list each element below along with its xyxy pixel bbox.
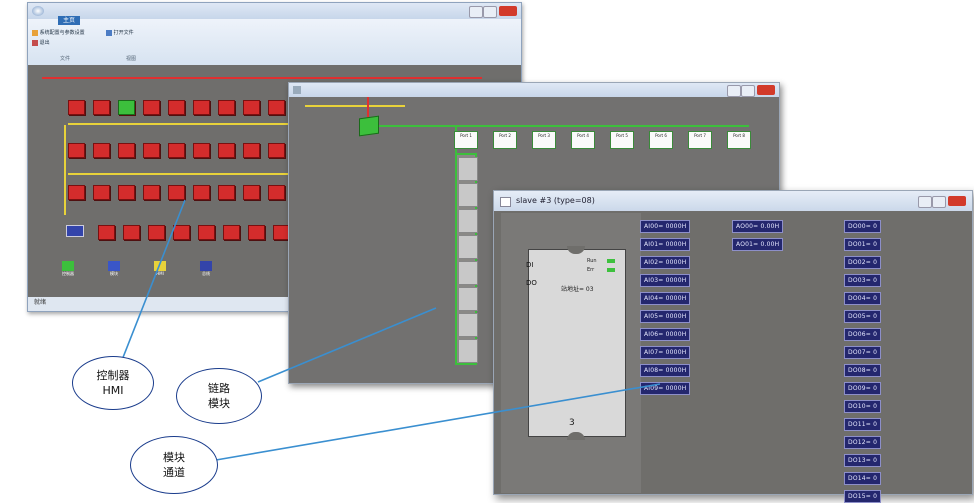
callout-line-controller — [121, 199, 186, 361]
callout-text: 模块 — [163, 451, 185, 464]
callout-text: 链路 — [208, 382, 230, 395]
callout-text: HMI — [102, 384, 124, 397]
callout-text: 通道 — [163, 466, 185, 479]
callout-text: 模块 — [208, 397, 230, 410]
callout-text: 控制器 — [96, 369, 130, 382]
callout-controller-hmi: 控制器 HMI — [72, 356, 154, 410]
callout-line-channel — [215, 383, 661, 461]
callout-lines — [121, 199, 661, 461]
callout-module-channel: 模块 通道 — [130, 436, 218, 494]
callout-link-module: 链路 模块 — [176, 368, 262, 424]
callout-line-link — [257, 307, 437, 383]
